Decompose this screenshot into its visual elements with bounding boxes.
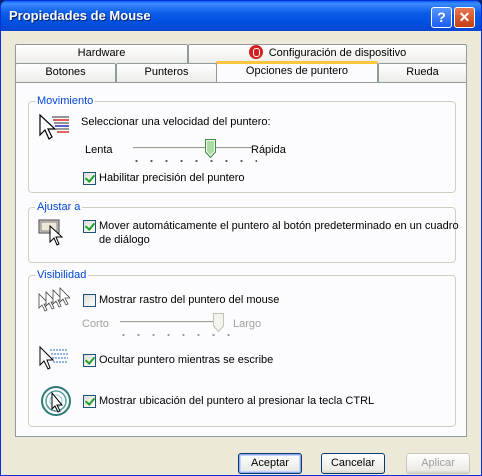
title-bar[interactable]: Propiedades de Mouse ? ✕	[1, 1, 481, 31]
hide-while-typing-checkbox[interactable]	[83, 354, 96, 367]
help-button[interactable]: ?	[431, 7, 452, 28]
trails-short-label: Corto	[82, 318, 109, 330]
cancel-button[interactable]: Cancelar	[321, 453, 385, 474]
tab-device-settings-label: Configuración de dispositivo	[268, 47, 407, 59]
precision-label[interactable]: Habilitar precisión del puntero	[99, 172, 245, 184]
window-title: Propiedades de Mouse	[9, 8, 151, 23]
tab-hardware[interactable]: Hardware	[15, 44, 188, 64]
synaptics-icon	[248, 45, 263, 59]
tab-buttons[interactable]: Botones	[15, 63, 116, 83]
show-location-label[interactable]: Mostrar ubicación del puntero al presion…	[99, 395, 374, 407]
mouse-properties-window: Propiedades de Mouse ? ✕ Hardware Config…	[0, 0, 482, 476]
hide-while-typing-label[interactable]: Ocultar puntero mientras se escribe	[99, 354, 273, 366]
tab-panel: Movimiento Seleccionar una velocidad del…	[15, 82, 467, 437]
speed-fast-label: Rápida	[251, 144, 286, 156]
trails-label[interactable]: Mostrar rastro del puntero del mouse	[99, 294, 279, 306]
hide-pointer-icon	[39, 345, 68, 370]
tab-pointer-options[interactable]: Opciones de puntero	[216, 61, 378, 82]
tab-pointers[interactable]: Punteros	[116, 63, 217, 83]
trails-slider-track	[120, 321, 224, 324]
pointer-trails-icon	[38, 287, 70, 312]
snap-to-label-line1[interactable]: Mover automáticamente el puntero al botó…	[99, 220, 459, 232]
show-location-checkbox[interactable]	[83, 395, 96, 408]
trails-long-label: Largo	[233, 318, 262, 330]
ok-button[interactable]: Aceptar	[238, 453, 302, 474]
pointer-speed-icon	[39, 113, 69, 140]
speed-slider-track[interactable]	[133, 147, 252, 150]
speed-slider-ticks	[129, 160, 257, 162]
precision-checkbox[interactable]	[83, 172, 96, 185]
speed-prompt: Seleccionar una velocidad del puntero:	[81, 116, 271, 128]
trails-checkbox[interactable]	[83, 294, 96, 307]
show-location-icon	[41, 386, 71, 416]
snap-to-icon	[38, 219, 64, 246]
snap-to-label-line2[interactable]: de diálogo	[99, 234, 150, 246]
trails-slider-thumb	[213, 313, 224, 332]
movement-legend: Movimiento	[37, 95, 94, 107]
trails-slider-ticks	[116, 334, 231, 336]
speed-slider-thumb[interactable]	[205, 139, 217, 158]
speed-slow-label: Lenta	[85, 144, 113, 156]
snap-to-legend: Ajustar a	[37, 201, 81, 213]
visibility-legend: Visibilidad	[37, 269, 87, 281]
snap-to-checkbox[interactable]	[83, 220, 96, 233]
tab-wheel[interactable]: Rueda	[378, 63, 467, 83]
apply-button[interactable]: Aplicar	[406, 453, 470, 474]
close-button[interactable]: ✕	[454, 7, 475, 28]
